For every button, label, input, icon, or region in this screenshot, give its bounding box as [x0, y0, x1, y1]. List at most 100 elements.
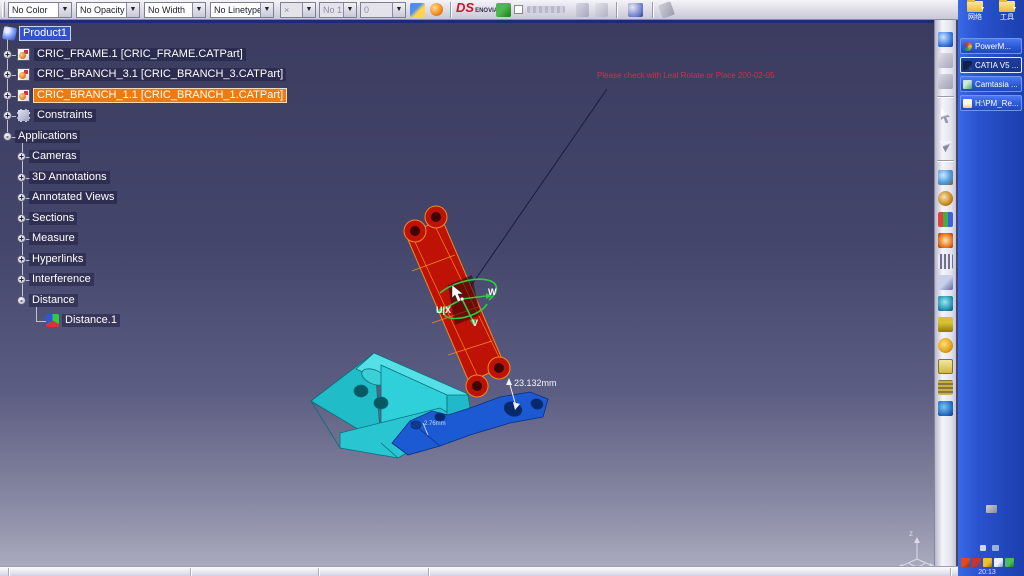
tree-item-cameras[interactable]: + Cameras: [0, 149, 80, 164]
measure-ruler-icon[interactable]: [938, 254, 953, 269]
tray-app-icon[interactable]: [972, 558, 981, 567]
tree-item-3d-annotations[interactable]: + 3D Annotations: [0, 170, 110, 185]
annotation-grid-icon[interactable]: [938, 380, 953, 395]
compass-gauge-icon[interactable]: [938, 191, 953, 206]
review-annotation-text[interactable]: Please check with Leal Rotate or Place 2…: [597, 71, 774, 80]
taskbar-window-camtasia[interactable]: Camtasia ...: [960, 76, 1022, 92]
taskbar-folder-network[interactable]: ▾ 网络: [960, 1, 990, 23]
tray-mini-icon[interactable]: [980, 545, 986, 551]
tree-expander[interactable]: -: [3, 132, 12, 141]
linetype-combobox[interactable]: No Linetype ▼: [210, 2, 274, 18]
tree-item-cric-branch-3[interactable]: + CRIC_BRANCH_3.1 [CRIC_BRANCH_3.CATPart…: [0, 67, 286, 82]
tree-item-label[interactable]: Hyperlinks: [29, 253, 86, 266]
tree-item-label[interactable]: Sections: [29, 212, 77, 225]
tree-item-hyperlinks[interactable]: + Hyperlinks: [0, 252, 86, 267]
tree-expander[interactable]: +: [17, 234, 26, 243]
tree-item-label[interactable]: Applications: [15, 130, 80, 143]
tray-window-icon[interactable]: [994, 558, 1003, 567]
tree-item-label[interactable]: Annotated Views: [29, 191, 117, 204]
work-mode-label-disabled: [527, 6, 565, 13]
tree-item-measure[interactable]: + Measure: [0, 231, 78, 246]
tree-item-label[interactable]: Measure: [29, 232, 78, 245]
opacity-combobox[interactable]: No Opacity ▼: [76, 2, 140, 18]
sparkle-render-icon[interactable]: [938, 233, 953, 248]
symbol-combobox-disabled: × ▼: [280, 2, 316, 18]
tree-expander[interactable]: -: [17, 296, 26, 305]
chevron-down-icon[interactable]: ▾: [981, 5, 984, 12]
tree-expander[interactable]: +: [17, 193, 26, 202]
taskbar-folder-tools[interactable]: ▾ 工具: [992, 1, 1022, 23]
fly-zoom-cursor-icon[interactable]: [938, 138, 953, 153]
chevron-down-icon[interactable]: ▼: [260, 3, 273, 17]
toolbar-grip[interactable]: [2, 2, 5, 17]
exit-door-icon[interactable]: [938, 275, 953, 290]
triad-z-label: z: [909, 529, 913, 538]
tree-item-distance-1[interactable]: Distance.1: [0, 313, 120, 328]
tree-item-label[interactable]: Product1: [20, 27, 70, 40]
tree-expander[interactable]: +: [17, 173, 26, 182]
lock-icon[interactable]: [938, 317, 953, 332]
tray-flag-icon[interactable]: [961, 558, 970, 567]
tree-item-label[interactable]: 3D Annotations: [29, 171, 110, 184]
tree-item-label[interactable]: Distance.1: [62, 314, 120, 327]
tree-item-label[interactable]: CRIC_BRANCH_3.1 [CRIC_BRANCH_3.CATPart]: [34, 68, 286, 81]
windows-taskbar-panel: ▾ 网络 ▾ 工具 PowerM... CATIA V5 ... Camtasi…: [958, 0, 1024, 576]
tree-expander[interactable]: +: [3, 70, 12, 79]
chevron-down-icon: ▼: [343, 3, 356, 17]
select-cursor-icon[interactable]: [938, 108, 953, 123]
tray-mini-icon[interactable]: [992, 545, 999, 551]
tray-device-icon[interactable]: [986, 505, 997, 513]
knowledge-t-icon[interactable]: [938, 338, 953, 353]
tree-item-label[interactable]: Constraints: [34, 109, 96, 122]
tree-item-interference[interactable]: + Interference: [0, 272, 94, 287]
color-combobox[interactable]: No Color ▼: [8, 2, 72, 18]
mesh-sphere-icon[interactable]: [938, 401, 953, 416]
tray-status-icon[interactable]: [1005, 558, 1014, 567]
taskbar-window-catia[interactable]: CATIA V5 ...: [960, 57, 1022, 73]
graphic-properties-toolbar: No Color ▼ No Opacity ▼ No Width ▼ No Li…: [0, 0, 958, 20]
tree-expander[interactable]: +: [17, 214, 26, 223]
tree-item-sections[interactable]: + Sections: [0, 211, 77, 226]
tree-item-cric-branch-1[interactable]: + CRIC_BRANCH_1.1 [CRIC_BRANCH_1.CATPart…: [0, 88, 286, 103]
fly-mode-icon[interactable]: [938, 170, 953, 185]
tree-expander[interactable]: +: [3, 91, 12, 100]
painter-brush-icon[interactable]: [410, 3, 425, 17]
numeric-box-icon[interactable]: [938, 359, 953, 374]
tree-item-distance[interactable]: - Distance: [0, 293, 78, 308]
tree-expander[interactable]: +: [17, 275, 26, 284]
tree-expander[interactable]: +: [17, 152, 26, 161]
work-mode-checkbox[interactable]: [514, 5, 523, 14]
chevron-down-icon[interactable]: ▼: [126, 3, 139, 17]
tree-item-annotated-views[interactable]: + Annotated Views: [0, 190, 117, 205]
screen-icon-disabled: [938, 74, 953, 89]
tray-warning-icon[interactable]: [983, 558, 992, 567]
taskbar-window-label: CATIA V5 ...: [975, 61, 1018, 70]
tree-item-constraints[interactable]: + Constraints: [0, 108, 96, 123]
catia-application-window: No Color ▼ No Opacity ▼ No Width ▼ No Li…: [0, 0, 1024, 576]
enovia-world-icon[interactable]: [938, 32, 953, 47]
folder-document-icon: [963, 99, 972, 108]
tree-item-label[interactable]: CRIC_BRANCH_1.1 [CRIC_BRANCH_1.CATPart]: [34, 89, 286, 102]
width-combobox[interactable]: No Width ▼: [144, 2, 206, 18]
tree-expander[interactable]: +: [3, 50, 12, 59]
wizard-light-icon[interactable]: [430, 3, 443, 16]
tree-expander[interactable]: +: [3, 111, 12, 120]
3d-viewport[interactable]: Please check with Leal Rotate or Place 2…: [0, 20, 936, 566]
paint-tubes-icon[interactable]: [938, 212, 953, 227]
link-mouse-icon[interactable]: [628, 3, 643, 17]
chevron-down-icon[interactable]: ▼: [58, 3, 71, 17]
chevron-down-icon[interactable]: ▾: [1013, 5, 1016, 12]
tree-item-label[interactable]: Interference: [29, 273, 94, 286]
tree-item-root-product[interactable]: Product1: [3, 26, 70, 41]
tree-item-label[interactable]: Distance: [29, 294, 78, 307]
tree-item-applications[interactable]: - Applications: [0, 129, 80, 144]
tree-item-label[interactable]: CRIC_FRAME.1 [CRIC_FRAME.CATPart]: [34, 48, 246, 61]
tree-item-label[interactable]: Cameras: [29, 150, 80, 163]
chevron-down-icon[interactable]: ▼: [192, 3, 205, 17]
catalog-tree-icon[interactable]: [938, 296, 953, 311]
taskbar-window-powerm[interactable]: PowerM...: [960, 38, 1022, 54]
tree-item-cric-frame[interactable]: + CRIC_FRAME.1 [CRIC_FRAME.CATPart]: [0, 47, 246, 62]
enovia-pen-icon[interactable]: [496, 3, 511, 17]
tree-expander[interactable]: +: [17, 255, 26, 264]
taskbar-window-explorer[interactable]: H:\PM_Re...: [960, 95, 1022, 111]
